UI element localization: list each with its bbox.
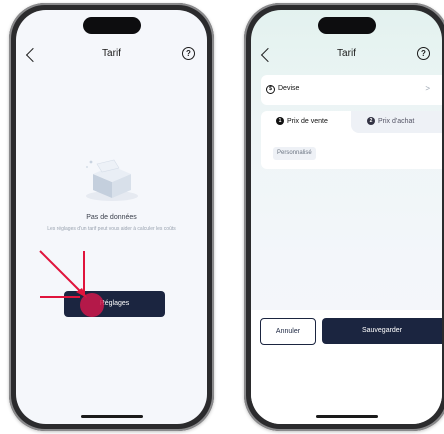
help-icon[interactable]: ? <box>417 47 430 60</box>
left-header: Tarif ? <box>16 47 207 70</box>
right-header: Tarif ? <box>251 47 442 70</box>
tab-label: Prix de vente <box>287 117 328 125</box>
dynamic-island <box>82 17 141 34</box>
cancel-button[interactable]: Annuler <box>260 318 316 345</box>
tap-indicator <box>80 293 104 317</box>
tab-prix-de-vente[interactable]: 1 Prix de vente <box>276 117 328 125</box>
left-screen: Tarif ? Pas de données Les réglages d'un… <box>16 10 207 424</box>
tab-label: Prix d'achat <box>378 117 415 125</box>
page-title: Tarif <box>102 48 121 59</box>
help-icon[interactable]: ? <box>182 47 195 60</box>
bottom-action-bar: Annuler Sauvegarder <box>251 310 442 424</box>
currency-icon: $ <box>266 85 275 94</box>
chevron-right-icon: > <box>425 84 430 93</box>
empty-title: Pas de données <box>86 214 137 221</box>
price-tabs-card: 1 Prix de vente 2 Prix d'achat Personnalis… <box>261 111 442 169</box>
empty-description: Les réglages d'un tarif peut vous aider … <box>47 226 176 232</box>
devise-label: Devise <box>278 85 300 92</box>
save-button[interactable]: Sauvegarder <box>322 318 442 344</box>
phone-right: Tarif ? $ Devise > 1 Prix de vente 2 Prix … <box>244 3 444 431</box>
page-title: Tarif <box>337 48 356 59</box>
home-indicator <box>315 415 378 418</box>
personnalise-chip[interactable]: Personnalisé <box>273 147 316 160</box>
home-indicator <box>80 415 143 418</box>
right-screen: Tarif ? $ Devise > 1 Prix de vente 2 Prix … <box>251 10 442 424</box>
step-number-1: 1 <box>276 117 284 125</box>
dynamic-island <box>317 17 376 34</box>
tab-prix-d-achat[interactable]: 2 Prix d'achat <box>367 117 414 125</box>
step-number-2: 2 <box>367 117 375 125</box>
empty-box-illustration <box>86 159 138 201</box>
phone-left: Tarif ? Pas de données Les réglages d'un… <box>9 3 214 431</box>
devise-row[interactable]: $ Devise > <box>261 75 442 105</box>
